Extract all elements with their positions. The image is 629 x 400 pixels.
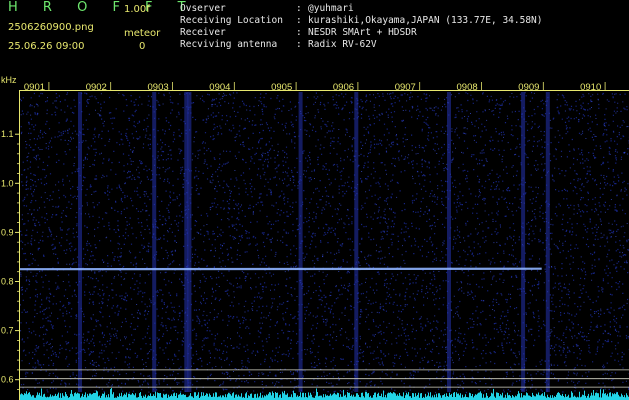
info-key: Recviving antenna: [180, 39, 278, 50]
meteor-count: 0: [139, 41, 146, 52]
info-colon: :: [296, 15, 302, 26]
x-tick-label: 0908: [457, 82, 478, 93]
x-tick-label: 0901: [24, 82, 45, 93]
vertical-streak: [78, 92, 82, 392]
spectrogram-plot: kHz 1.1 1.0 0.9 0.8 0.7 0.6 0901 0902 0903 0904 090…: [0, 72, 629, 400]
info-value: @yuhmari: [308, 3, 354, 14]
version-label: 1.00f: [124, 4, 150, 15]
vertical-streak: [187, 92, 192, 392]
meteor-label: meteor: [124, 28, 161, 39]
info-key: Ovserver: [180, 3, 226, 14]
info-row-location: Receiving Location: kurashiki,Okayama,JAP…: [180, 15, 543, 27]
x-tick-label: 0905: [271, 82, 292, 93]
station-info: Ovserver: @yuhmari Receiving Location: kur…: [180, 3, 543, 51]
signal-trace: [19, 267, 542, 271]
info-row-receiver: Receiver: NESDR SMArt + HDSDR: [180, 27, 543, 39]
x-tick-label: 0909: [518, 82, 539, 93]
y-tick-label: 0.8: [1, 277, 14, 287]
info-key: Receiving Location: [180, 15, 283, 26]
y-tick-label: 1.1: [1, 129, 14, 139]
y-tick-label: 0.7: [1, 326, 14, 336]
info-row-observer: Ovserver: @yuhmari: [180, 3, 543, 15]
info-row-antenna: Recviving antenna: Radix RV-62V: [180, 39, 543, 51]
x-tick-label: 0902: [86, 82, 107, 93]
vertical-streak: [298, 92, 303, 392]
filename-label: 2506260900.png: [8, 22, 94, 33]
x-tick-label: 0906: [333, 82, 354, 93]
info-value: kurashiki,Okayama,JAPAN (133.77E, 34.58N…: [308, 15, 543, 26]
vertical-streak: [354, 92, 359, 392]
vertical-streak: [447, 92, 451, 392]
vertical-streak: [152, 92, 157, 392]
info-value: NESDR SMArt + HDSDR: [308, 27, 417, 38]
x-tick-label: 0904: [209, 82, 230, 93]
header-panel: H R O F F T 1.00f 2506260900.png 25.06.2…: [0, 0, 629, 72]
x-tick-label: 0910: [580, 82, 601, 93]
datetime-label: 25.06.26 09:00: [8, 41, 85, 52]
vertical-streak: [545, 92, 550, 392]
vertical-streak: [521, 92, 526, 392]
info-value: Radix RV-62V: [308, 39, 377, 50]
info-key: Receiver: [180, 27, 226, 38]
y-tick-label: 1.0: [1, 178, 14, 188]
signal-trace-group: [19, 267, 542, 271]
x-tick-label: 0907: [395, 82, 416, 93]
info-colon: :: [296, 27, 302, 38]
app-title: H R O F F T: [8, 0, 197, 15]
y-tick-label: 0.6: [1, 375, 14, 385]
y-tick-label: 0.9: [1, 227, 14, 237]
info-colon: :: [296, 3, 302, 14]
y-axis-label: kHz: [1, 75, 17, 85]
info-colon: :: [296, 39, 302, 50]
x-tick-label: 0903: [148, 82, 169, 93]
